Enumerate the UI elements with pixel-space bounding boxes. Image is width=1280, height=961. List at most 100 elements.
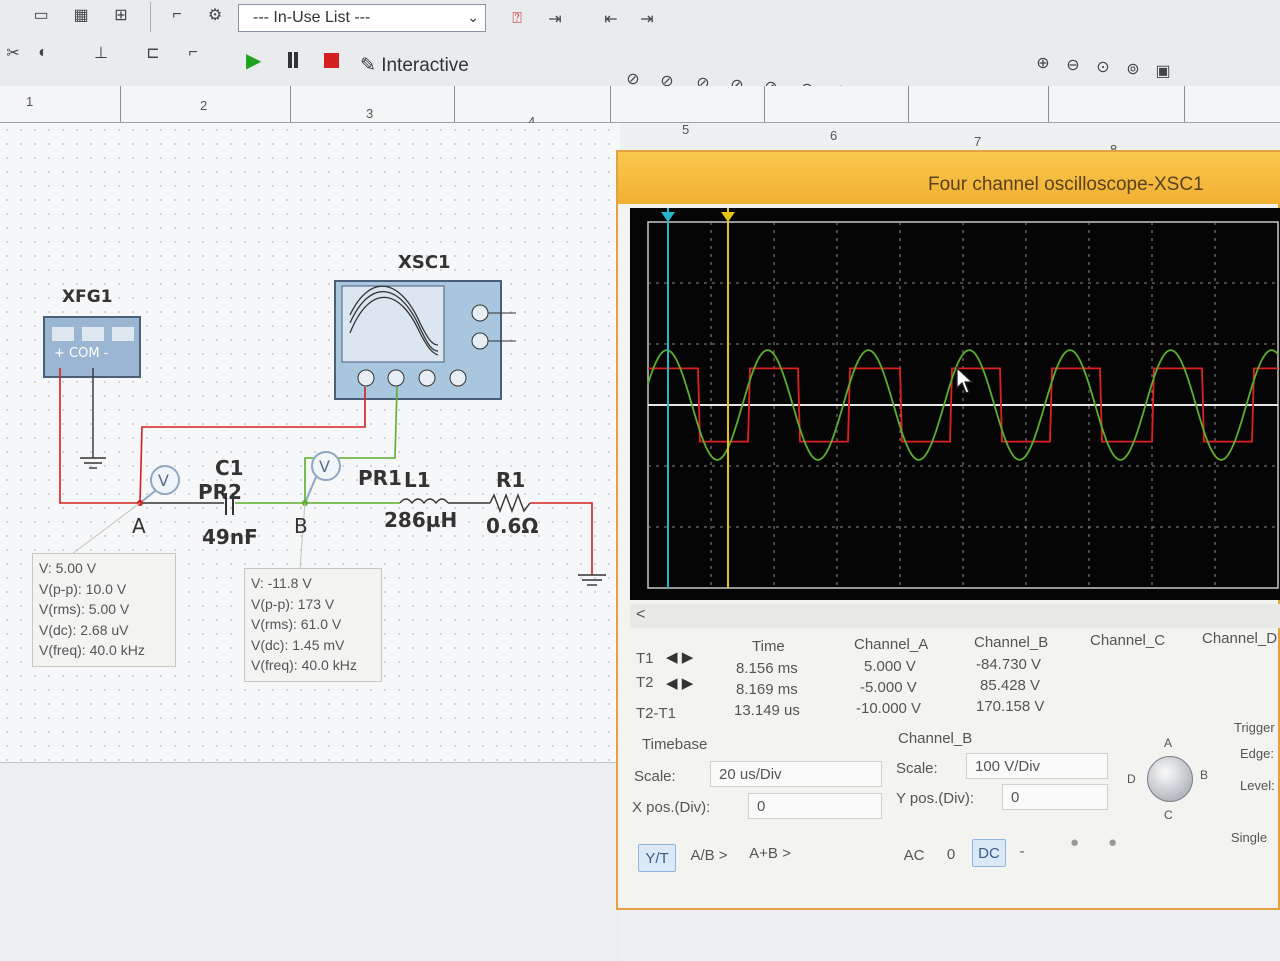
cursor-marker-1 xyxy=(661,212,675,222)
sheet-ruler: 1 2 3 4 5 6 7 8 9 xyxy=(0,86,1280,163)
knob-label-b: B xyxy=(1200,768,1209,782)
netlist-icon[interactable]: ⇥ xyxy=(542,6,568,32)
ruler-label: 1 xyxy=(26,94,34,109)
resistor-value: 0.6Ω xyxy=(486,514,539,538)
probe-b-readout: V: -11.8 V V(p-p): 173 V V(rms): 61.0 V … xyxy=(244,568,382,682)
cursor-marker-2 xyxy=(721,212,735,222)
ypos-label: Y pos.(Div): xyxy=(896,790,975,807)
ruler-tick xyxy=(908,86,909,122)
resistor-name: R1 xyxy=(496,468,526,492)
header-channel-c: Channel_C xyxy=(1090,632,1166,649)
node-a-label: A xyxy=(132,514,146,538)
t1-arrows-icon[interactable]: ◀ ▶ xyxy=(666,648,693,666)
probe-b-vrms: V(rms): 61.0 V xyxy=(251,616,342,632)
dc-coupling-button[interactable]: DC xyxy=(972,839,1006,867)
zero-coupling-label: 0 xyxy=(946,845,956,863)
xpos-field[interactable]: 0 xyxy=(748,793,882,819)
run-simulation-icon[interactable]: ▶ xyxy=(246,48,261,73)
a-plus-b-mode-button[interactable]: A+B > xyxy=(742,840,798,866)
t2-channel-a: -5.000 V xyxy=(860,679,917,696)
channel-scale-label: Scale: xyxy=(896,760,938,777)
probe-a-voltage: V: 5.00 V xyxy=(39,560,97,576)
step-icon[interactable]: ⌐ xyxy=(180,40,206,66)
back-annotate-icon[interactable]: ⇤ xyxy=(598,6,624,32)
ac-coupling-button[interactable]: AC xyxy=(900,842,928,868)
dc-coupling-label: DC xyxy=(978,844,1000,862)
wire-icon[interactable]: ⌐ xyxy=(164,2,190,28)
svg-text:V: V xyxy=(319,457,330,476)
ruler-label: 5 xyxy=(682,122,690,137)
oscilloscope-title: Four channel oscilloscope-XSC1 xyxy=(928,174,1204,195)
pause-simulation-icon[interactable] xyxy=(286,52,300,68)
ruler-tick xyxy=(1048,86,1049,122)
timebase-scale-value: 20 us/Div xyxy=(719,765,782,783)
invert-button[interactable]: - xyxy=(1012,838,1032,864)
yt-mode-button[interactable]: Y/T xyxy=(638,844,676,872)
ruler-label: 3 xyxy=(366,106,374,121)
capacitor-name: C1 xyxy=(215,456,244,480)
zero-coupling-button[interactable]: 0 xyxy=(940,841,962,867)
probe-a-vdc: V(dc): 2.68 uV xyxy=(39,621,129,638)
ab-mode-button[interactable]: A/B > xyxy=(684,842,734,868)
row-label-t2: T2 xyxy=(636,674,654,691)
ruler-tick xyxy=(764,86,765,122)
ruler-tick xyxy=(1184,86,1185,122)
t1-channel-a: 5.000 V xyxy=(864,658,916,675)
probe-a-vpp: V(p-p): 10.0 V xyxy=(39,580,127,597)
probe-a-vfreq: V(freq): 40.0 kHz xyxy=(39,642,145,658)
t2-arrows-icon[interactable]: ◀ ▶ xyxy=(666,674,693,692)
in-use-list-dropdown[interactable]: --- In-Use List --- ⌄ xyxy=(238,4,486,32)
invert-label: - xyxy=(1019,842,1025,860)
oscilloscope-name: XSC1 xyxy=(398,252,451,273)
hierarchy-icon[interactable]: ⊏ xyxy=(140,40,166,66)
ruler-label: 7 xyxy=(974,134,982,149)
in-use-list-label: --- In-Use List --- xyxy=(253,9,371,26)
grid-icon[interactable]: ▦ xyxy=(68,2,94,28)
ruler-tick xyxy=(454,86,455,122)
timebase-scale-field[interactable]: 20 us/Div xyxy=(710,761,882,787)
header-channel-b: Channel_B xyxy=(974,634,1049,651)
probe-b-vfreq: V(freq): 40.0 kHz xyxy=(251,657,357,673)
probe-b-vpp: V(p-p): 173 V xyxy=(251,595,335,612)
component-icon[interactable]: ⊞ xyxy=(108,2,134,28)
probe-tool-icon[interactable]: ⚙ xyxy=(202,2,228,28)
scroll-left-icon[interactable]: < xyxy=(636,606,645,624)
probe-icon[interactable]: ✂ xyxy=(0,40,26,66)
timebase-label: Timebase xyxy=(642,736,708,753)
toolbar-separator xyxy=(150,2,151,32)
knob-label-d: D xyxy=(1127,772,1136,786)
save-icon[interactable]: ▭ xyxy=(28,2,54,28)
t2-time: 8.169 ms xyxy=(736,681,798,698)
place-icon[interactable]: ◐ xyxy=(30,40,56,66)
postprocessor-icon[interactable]: ⍰ xyxy=(504,6,530,32)
zoom-in-icon[interactable]: ⊕ xyxy=(1030,50,1056,76)
ac-coupling-label: AC xyxy=(903,846,925,864)
indicator-dot-icon: ● xyxy=(1070,834,1080,851)
ypos-field[interactable]: 0 xyxy=(1002,784,1108,810)
inductor-value: 286µH xyxy=(384,508,458,532)
full-screen-icon[interactable]: ▣ xyxy=(1150,58,1176,84)
probe-a-name: PR2 xyxy=(198,480,242,504)
ab-mode-label: A/B > xyxy=(690,846,728,864)
zoom-area-icon[interactable]: ⊙ xyxy=(1090,54,1116,80)
bus-icon[interactable]: ⊥ xyxy=(88,40,114,66)
interactive-mode-button[interactable]: ✎ Interactive xyxy=(360,54,469,77)
oscilloscope-screen[interactable] xyxy=(630,208,1280,600)
level-label: Level: xyxy=(1240,778,1275,793)
a-plus-b-mode-label: A+B > xyxy=(749,844,791,862)
stop-simulation-icon[interactable] xyxy=(324,53,339,68)
interactive-label: Interactive xyxy=(381,55,469,76)
zoom-fit-icon[interactable]: ⊚ xyxy=(1120,56,1146,82)
zoom-out-icon[interactable]: ⊖ xyxy=(1060,52,1086,78)
function-generator-name: XFG1 xyxy=(62,287,113,307)
channel-selector-knob[interactable] xyxy=(1147,756,1193,802)
oscilloscope-title-bar[interactable]: Four channel oscilloscope-XSC1 xyxy=(618,152,1280,204)
t1-time: 8.156 ms xyxy=(736,660,798,677)
forward-annotate-icon[interactable]: ⇥ xyxy=(634,6,660,32)
single-trigger-button[interactable]: Single xyxy=(1226,824,1272,850)
oscilloscope-scrollbar[interactable]: < xyxy=(630,604,1280,628)
delta-channel-b: 170.158 V xyxy=(976,698,1045,715)
trigger-label: Trigger xyxy=(1234,720,1275,735)
channel-scale-field[interactable]: 100 V/Div xyxy=(966,753,1108,779)
ruler-tick xyxy=(610,86,611,122)
